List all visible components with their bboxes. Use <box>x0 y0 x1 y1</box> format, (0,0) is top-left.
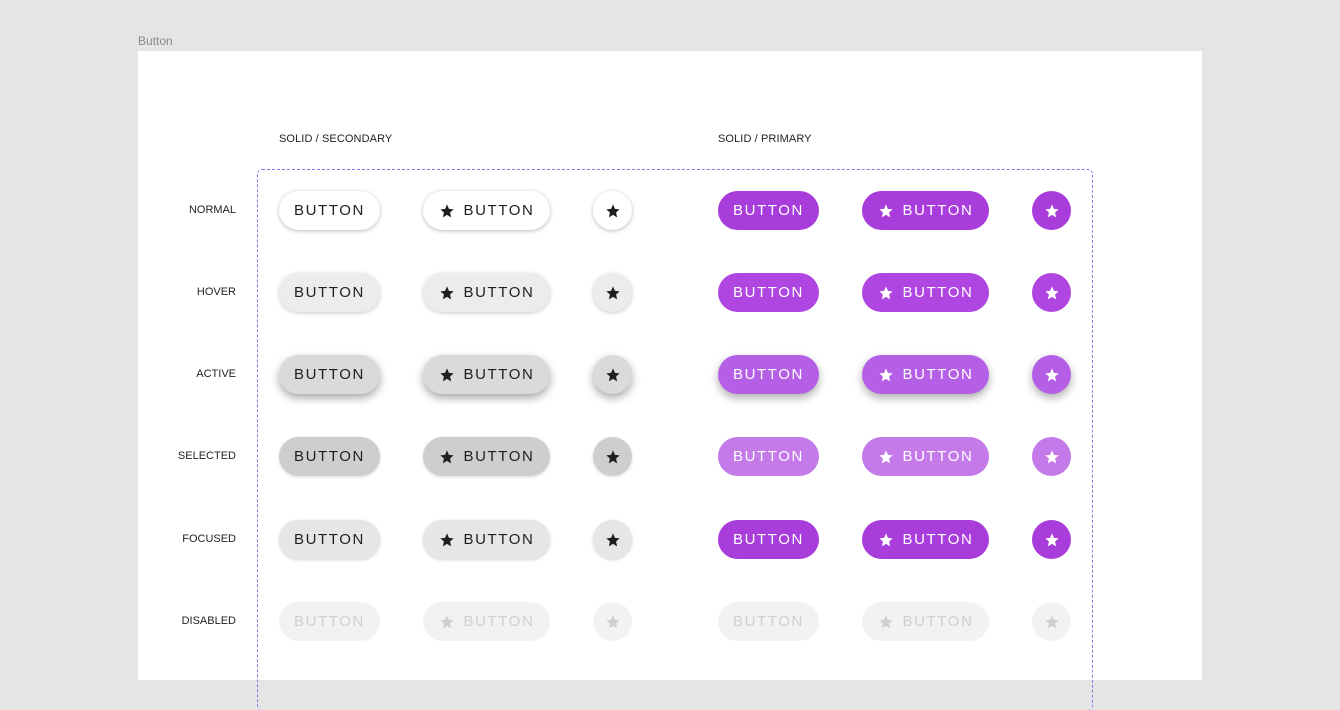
primary-icon-button-selected[interactable]: BUTTON <box>862 437 989 476</box>
primary-button-normal[interactable]: BUTTON <box>718 191 819 230</box>
secondary-icon-button-normal[interactable]: BUTTON <box>423 191 550 230</box>
secondary-icon-button-focused[interactable]: BUTTON <box>423 520 550 559</box>
button-label: BUTTON <box>902 448 974 465</box>
star-icon <box>878 285 893 299</box>
secondary-button-focused[interactable]: BUTTON <box>279 520 380 559</box>
star-icon <box>439 367 454 381</box>
button-label: BUTTON <box>733 284 804 301</box>
secondary-button-active[interactable]: BUTTON <box>279 355 380 394</box>
secondary-icon-only-button-focused[interactable] <box>593 520 632 559</box>
star-icon <box>605 614 620 628</box>
star-icon <box>439 449 454 463</box>
button-label: BUTTON <box>294 448 365 465</box>
button-label: BUTTON <box>733 531 804 548</box>
row-label-normal: NORMAL <box>188 204 236 216</box>
primary-button-focused[interactable]: BUTTON <box>718 520 819 559</box>
button-label: BUTTON <box>733 202 804 219</box>
row-label-disabled: DISABLED <box>181 615 236 627</box>
star-icon <box>878 203 893 217</box>
primary-icon-button-hover[interactable]: BUTTON <box>862 273 989 312</box>
primary-button-active[interactable]: BUTTON <box>718 355 819 394</box>
star-icon <box>878 449 893 463</box>
secondary-button-disabled: BUTTON <box>279 602 380 641</box>
primary-icon-only-button-focused[interactable] <box>1032 520 1071 559</box>
star-icon <box>605 203 620 217</box>
button-label: BUTTON <box>902 202 974 219</box>
star-icon <box>439 532 454 546</box>
primary-icon-only-button-normal[interactable] <box>1032 191 1071 230</box>
primary-icon-only-button-disabled <box>1032 602 1071 641</box>
button-label: BUTTON <box>902 284 974 301</box>
row-label-hover: HOVER <box>196 286 236 298</box>
secondary-icon-only-button-hover[interactable] <box>593 273 632 312</box>
group-label-secondary: SOLID / SECONDARY <box>279 133 393 145</box>
star-icon <box>439 285 454 299</box>
star-icon <box>1044 285 1059 299</box>
button-label: BUTTON <box>733 448 804 465</box>
button-label: BUTTON <box>902 366 974 383</box>
star-icon <box>878 532 893 546</box>
primary-button-selected[interactable]: BUTTON <box>718 437 819 476</box>
primary-icon-only-button-selected[interactable] <box>1032 437 1071 476</box>
row-label-active: ACTIVE <box>196 368 236 380</box>
secondary-icon-button-active[interactable]: BUTTON <box>423 355 550 394</box>
star-icon <box>1044 203 1059 217</box>
secondary-icon-button-selected[interactable]: BUTTON <box>423 437 550 476</box>
button-label: BUTTON <box>463 531 535 548</box>
button-label: BUTTON <box>902 531 974 548</box>
secondary-icon-only-button-disabled <box>593 602 632 641</box>
component-canvas: SOLID / SECONDARY SOLID / PRIMARY NORMAL… <box>138 51 1202 710</box>
button-label: BUTTON <box>294 284 365 301</box>
button-label: BUTTON <box>294 613 365 630</box>
primary-button-hover[interactable]: BUTTON <box>718 273 819 312</box>
button-label: BUTTON <box>294 202 365 219</box>
secondary-icon-only-button-active[interactable] <box>593 355 632 394</box>
star-icon <box>878 367 893 381</box>
button-label: BUTTON <box>294 366 365 383</box>
star-icon <box>439 203 454 217</box>
secondary-button-hover[interactable]: BUTTON <box>279 273 380 312</box>
button-label: BUTTON <box>733 366 804 383</box>
secondary-button-selected[interactable]: BUTTON <box>279 437 380 476</box>
button-label: BUTTON <box>463 613 535 630</box>
primary-icon-button-disabled: BUTTON <box>862 602 989 641</box>
secondary-icon-button-hover[interactable]: BUTTON <box>423 273 550 312</box>
star-icon <box>1044 367 1059 381</box>
primary-icon-button-normal[interactable]: BUTTON <box>862 191 989 230</box>
star-icon <box>1044 614 1059 628</box>
button-label: BUTTON <box>463 448 535 465</box>
row-label-selected: SELECTED <box>177 450 236 462</box>
star-icon <box>1044 449 1059 463</box>
secondary-icon-only-button-normal[interactable] <box>593 191 632 230</box>
star-icon <box>605 285 620 299</box>
secondary-icon-only-button-selected[interactable] <box>593 437 632 476</box>
primary-icon-only-button-hover[interactable] <box>1032 273 1071 312</box>
star-icon <box>1044 532 1059 546</box>
group-label-primary: SOLID / PRIMARY <box>718 133 812 145</box>
primary-icon-only-button-active[interactable] <box>1032 355 1071 394</box>
button-label: BUTTON <box>294 531 365 548</box>
button-label: BUTTON <box>463 284 535 301</box>
button-label: BUTTON <box>463 202 535 219</box>
star-icon <box>605 449 620 463</box>
star-icon <box>878 614 893 628</box>
button-label: BUTTON <box>733 613 804 630</box>
primary-button-disabled: BUTTON <box>718 602 819 641</box>
star-icon <box>605 532 620 546</box>
frame-title: Button <box>138 34 173 48</box>
secondary-button-normal[interactable]: BUTTON <box>279 191 380 230</box>
button-label: BUTTON <box>902 613 974 630</box>
secondary-icon-button-disabled: BUTTON <box>423 602 550 641</box>
star-icon <box>605 367 620 381</box>
button-label: BUTTON <box>463 366 535 383</box>
primary-icon-button-active[interactable]: BUTTON <box>862 355 989 394</box>
row-label-focused: FOCUSED <box>182 533 236 545</box>
primary-icon-button-focused[interactable]: BUTTON <box>862 520 989 559</box>
star-icon <box>439 614 454 628</box>
